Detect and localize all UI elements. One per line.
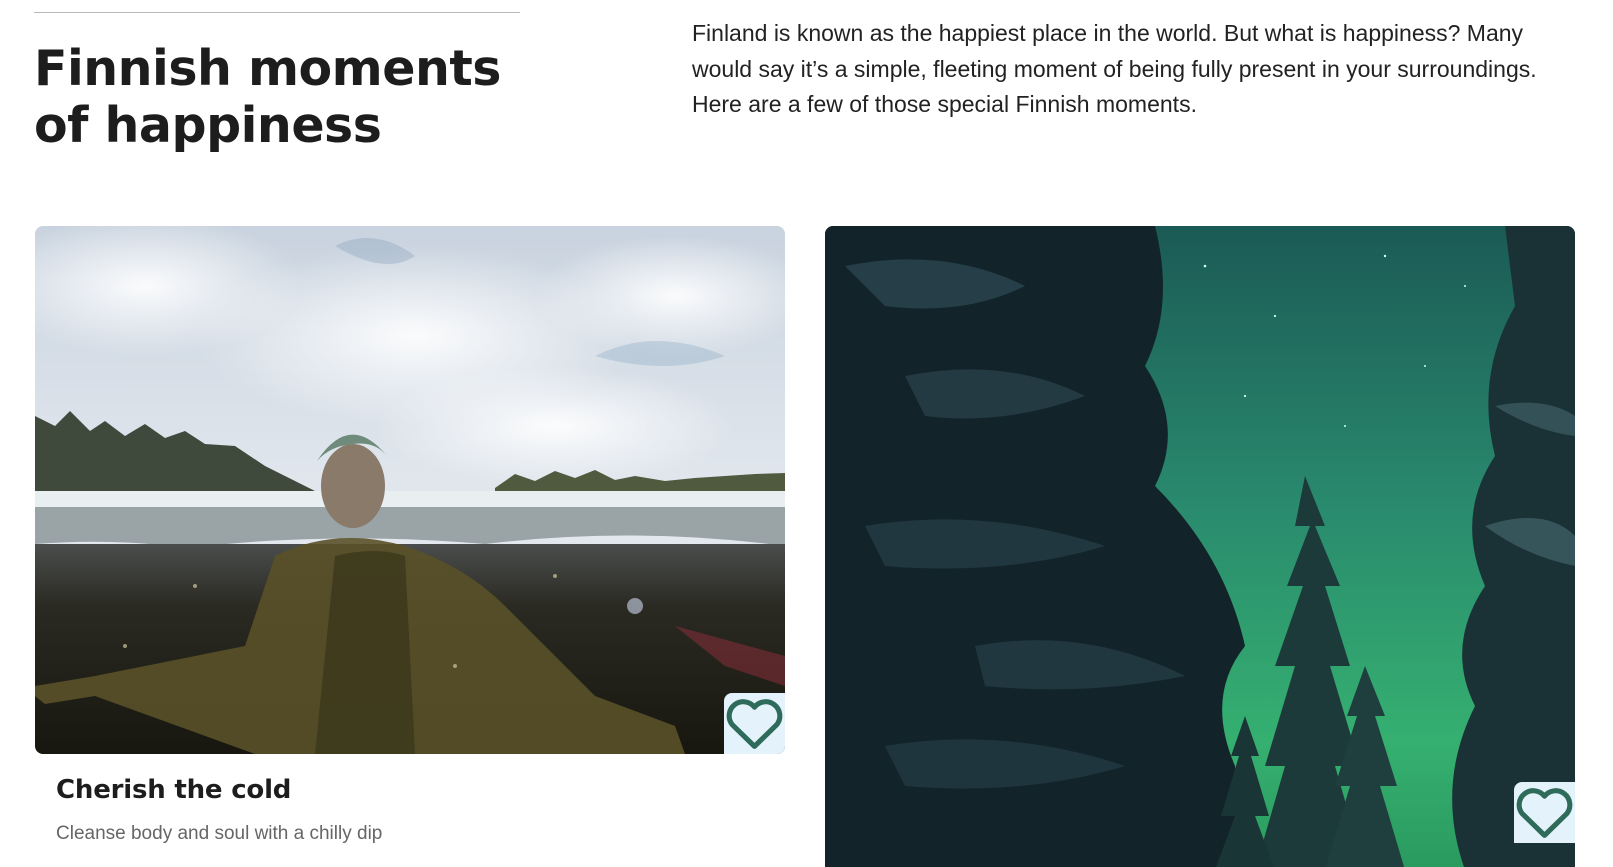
headline-line-1: Finnish moments [34,40,501,97]
card-subtitle: Cleanse body and soul with a chilly dip [56,823,383,844]
section-intro: Finland is known as the happiest place i… [692,20,1537,117]
favorite-button[interactable] [1514,782,1575,843]
ice-swim-photo [35,226,785,754]
favorite-button[interactable] [724,693,785,754]
section-divider [34,12,520,13]
heart-outline-icon [1516,788,1573,838]
heart-outline-icon [726,699,783,749]
page: Finnish moments of happiness Finland is … [0,0,1613,867]
headline-line-2: of happiness [34,97,382,154]
card-title[interactable]: Cherish the cold [56,775,291,805]
section-headline: Finnish moments of happiness [34,40,634,154]
card-image-ice-swim[interactable] [35,226,785,754]
card-image-aurora-forest[interactable] [825,226,1575,867]
aurora-forest-photo [825,226,1575,867]
